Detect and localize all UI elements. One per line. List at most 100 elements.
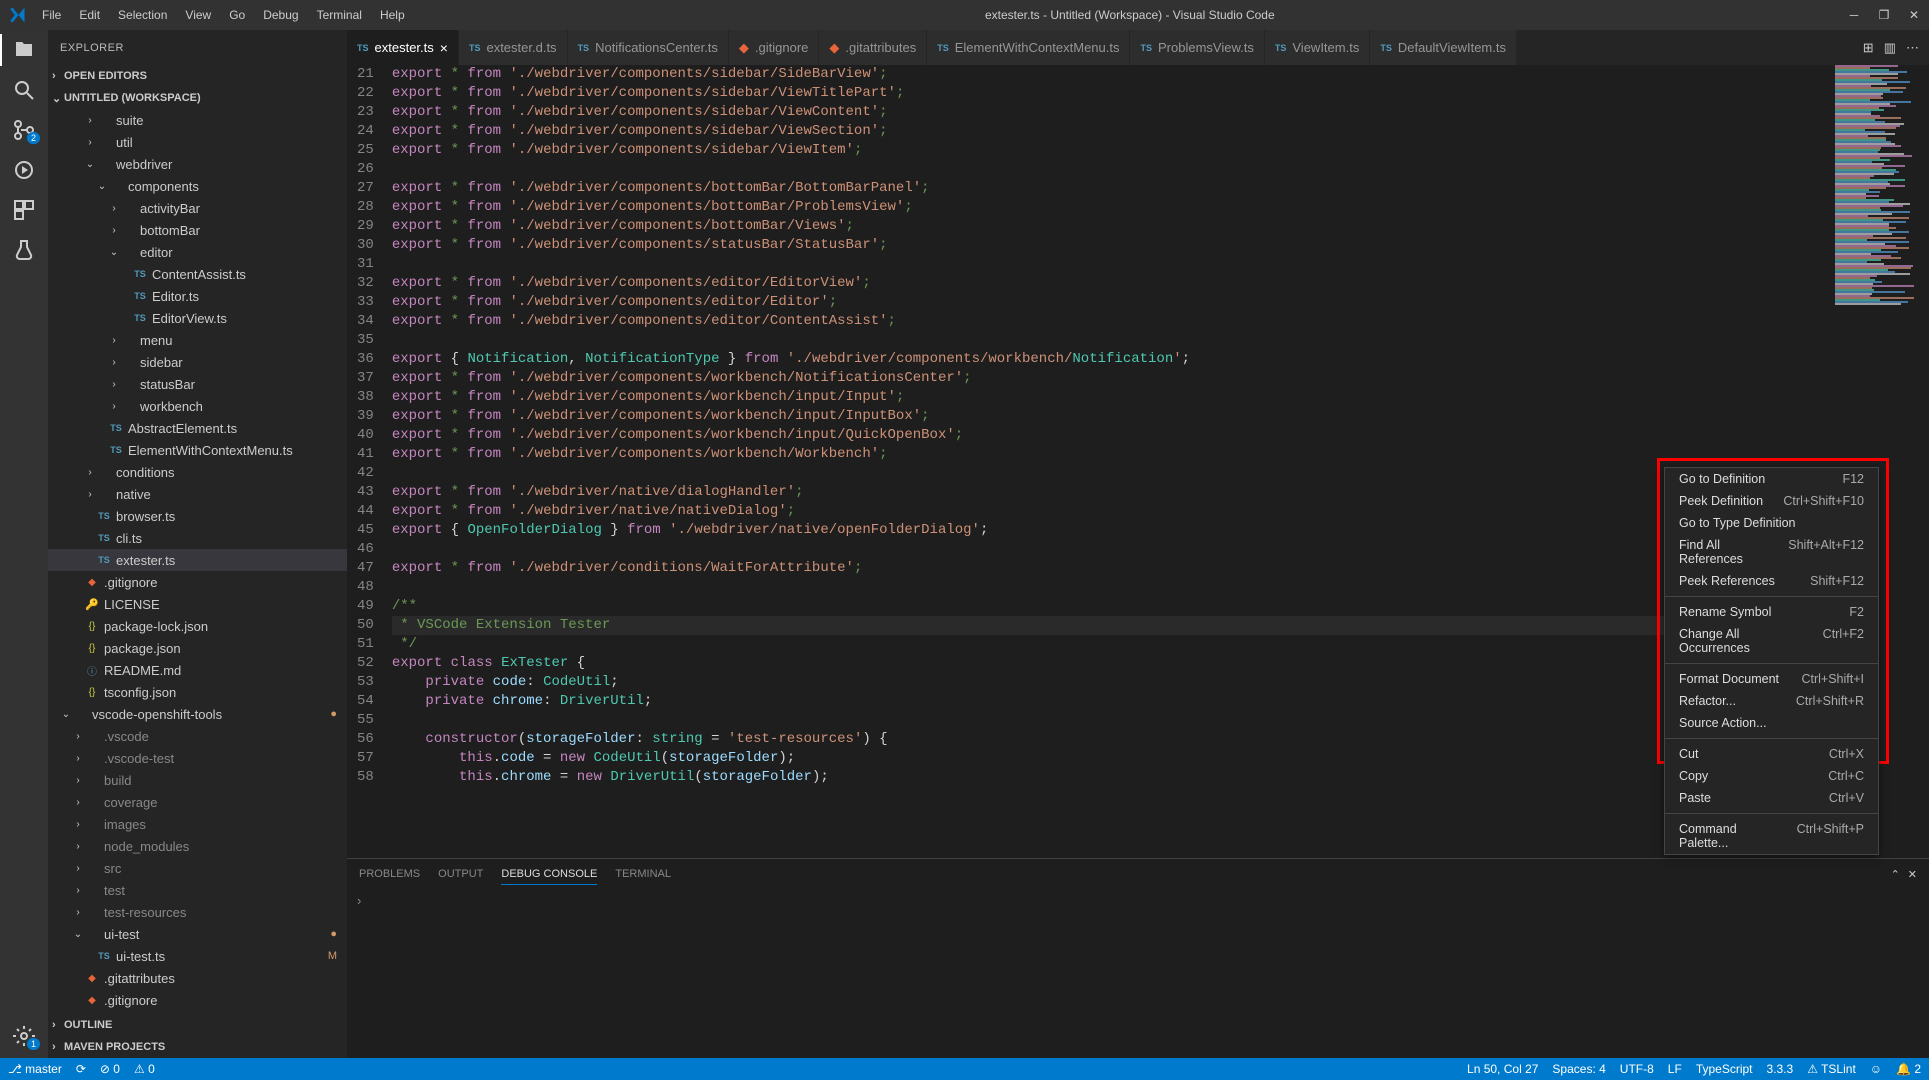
panel-tab-debug-console[interactable]: DEBUG CONSOLE xyxy=(501,864,597,885)
ctx-source-action-[interactable]: Source Action... xyxy=(1665,712,1878,734)
panel-close-icon[interactable]: ✕ xyxy=(1908,868,1917,881)
tree-item[interactable]: ›statusBar xyxy=(48,373,347,395)
menu-terminal[interactable]: Terminal xyxy=(309,4,370,26)
debug-icon[interactable] xyxy=(12,158,36,182)
tree-item[interactable]: TSEditorView.ts xyxy=(48,307,347,329)
tree-item[interactable]: ›bottomBar xyxy=(48,219,347,241)
errors-indicator[interactable]: ⊘ 0 xyxy=(100,1062,120,1076)
menu-go[interactable]: Go xyxy=(221,4,253,26)
panel-tab-output[interactable]: OUTPUT xyxy=(438,864,483,884)
settings-icon[interactable]: 1 xyxy=(12,1024,36,1048)
search-icon[interactable] xyxy=(12,78,36,102)
tree-item[interactable]: TSElementWithContextMenu.ts xyxy=(48,439,347,461)
maximize-button[interactable]: ❐ xyxy=(1877,8,1891,22)
editor-tab[interactable]: TSElementWithContextMenu.ts xyxy=(927,30,1130,65)
ctx-paste[interactable]: PasteCtrl+V xyxy=(1665,787,1878,809)
code-content[interactable]: export * from './webdriver/components/si… xyxy=(392,65,1829,858)
tree-item[interactable]: ›test-resources xyxy=(48,901,347,923)
close-button[interactable]: ✕ xyxy=(1907,8,1921,22)
tree-item[interactable]: TScli.ts xyxy=(48,527,347,549)
tree-item[interactable]: ›src xyxy=(48,857,347,879)
tree-item[interactable]: ›menu xyxy=(48,329,347,351)
ctx-refactor-[interactable]: Refactor...Ctrl+Shift+R xyxy=(1665,690,1878,712)
editor-tab[interactable]: TSProblemsView.ts xyxy=(1130,30,1264,65)
tree-item[interactable]: ⌄components xyxy=(48,175,347,197)
ctx-command-palette-[interactable]: Command Palette...Ctrl+Shift+P xyxy=(1665,818,1878,854)
editor-context-menu[interactable]: Go to DefinitionF12Peek DefinitionCtrl+S… xyxy=(1664,467,1879,855)
explorer-icon[interactable] xyxy=(12,38,36,62)
tree-item[interactable]: ›conditions xyxy=(48,461,347,483)
close-tab-icon[interactable]: × xyxy=(440,40,448,56)
test-icon[interactable] xyxy=(12,238,36,262)
language-indicator[interactable]: TypeScript xyxy=(1696,1062,1753,1076)
ctx-cut[interactable]: CutCtrl+X xyxy=(1665,743,1878,765)
tree-item[interactable]: ›sidebar xyxy=(48,351,347,373)
ctx-go-to-definition[interactable]: Go to DefinitionF12 xyxy=(1665,468,1878,490)
encoding-indicator[interactable]: UTF-8 xyxy=(1620,1062,1654,1076)
workspace-section[interactable]: ⌄UNTITLED (WORKSPACE) xyxy=(48,87,347,109)
editor-tab[interactable]: ◆.gitignore xyxy=(729,30,819,65)
minimize-button[interactable]: ─ xyxy=(1847,8,1861,22)
tree-item[interactable]: TSEditor.ts xyxy=(48,285,347,307)
editor-tab[interactable]: TSNotificationsCenter.ts xyxy=(568,30,729,65)
ts-version[interactable]: 3.3.3 xyxy=(1767,1062,1794,1076)
tree-item[interactable]: TSui-test.tsM xyxy=(48,945,347,967)
tree-item[interactable]: TSAbstractElement.ts xyxy=(48,417,347,439)
tree-item[interactable]: {}package-lock.json xyxy=(48,615,347,637)
spaces-indicator[interactable]: Spaces: 4 xyxy=(1552,1062,1605,1076)
sync-button[interactable]: ⟳ xyxy=(76,1062,86,1076)
outline-section[interactable]: ›OUTLINE xyxy=(48,1014,347,1036)
tree-item[interactable]: ›native xyxy=(48,483,347,505)
tree-item[interactable]: ⌄ui-test● xyxy=(48,923,347,945)
ctx-peek-references[interactable]: Peek ReferencesShift+F12 xyxy=(1665,570,1878,592)
tree-item[interactable]: TSbrowser.ts xyxy=(48,505,347,527)
panel-tab-terminal[interactable]: TERMINAL xyxy=(615,864,671,884)
tree-item[interactable]: {}tsconfig.json xyxy=(48,681,347,703)
menu-help[interactable]: Help xyxy=(372,4,413,26)
editor-tab[interactable]: ◆.gitattributes xyxy=(819,30,927,65)
menu-view[interactable]: View xyxy=(177,4,219,26)
tree-item[interactable]: ⌄webdriver xyxy=(48,153,347,175)
tree-item[interactable]: ⓘREADME.md xyxy=(48,659,347,681)
tree-item[interactable]: ◆.gitignore xyxy=(48,571,347,593)
tree-item[interactable]: ›activityBar xyxy=(48,197,347,219)
tree-item[interactable]: ◆.gitattributes xyxy=(48,967,347,989)
scm-icon[interactable]: 2 xyxy=(12,118,36,142)
editor-tab[interactable]: TSextester.d.ts xyxy=(459,30,568,65)
feedback-icon[interactable]: ☺ xyxy=(1870,1062,1882,1076)
notifications-icon[interactable]: 🔔 2 xyxy=(1896,1062,1921,1076)
open-editors-section[interactable]: ›OPEN EDITORS xyxy=(48,65,347,87)
tree-item[interactable]: ◆.gitignore xyxy=(48,989,347,1011)
ctx-go-to-type-definition[interactable]: Go to Type Definition xyxy=(1665,512,1878,534)
eol-indicator[interactable]: LF xyxy=(1668,1062,1682,1076)
split-icon[interactable]: ▥ xyxy=(1884,40,1896,56)
menu-file[interactable]: File xyxy=(34,4,69,26)
more-icon[interactable]: ⋯ xyxy=(1906,40,1919,56)
tree-item[interactable]: 🔑LICENSE xyxy=(48,593,347,615)
editor-tab[interactable]: TSDefaultViewItem.ts xyxy=(1370,30,1517,65)
tree-item[interactable]: {}package.json xyxy=(48,637,347,659)
ctx-rename-symbol[interactable]: Rename SymbolF2 xyxy=(1665,601,1878,623)
ctx-copy[interactable]: CopyCtrl+C xyxy=(1665,765,1878,787)
tree-item[interactable]: ›util xyxy=(48,131,347,153)
branch-indicator[interactable]: ⎇ master xyxy=(8,1062,62,1076)
tree-item[interactable]: ⌄editor xyxy=(48,241,347,263)
tree-item[interactable]: ›coverage xyxy=(48,791,347,813)
ctx-format-document[interactable]: Format DocumentCtrl+Shift+I xyxy=(1665,668,1878,690)
maven-section[interactable]: ›MAVEN PROJECTS xyxy=(48,1036,347,1058)
warnings-indicator[interactable]: ⚠ 0 xyxy=(134,1062,155,1076)
tree-item[interactable]: ›.vscode xyxy=(48,725,347,747)
editor-tab[interactable]: TSextester.ts× xyxy=(347,30,459,65)
tree-item[interactable]: ›node_modules xyxy=(48,835,347,857)
menu-debug[interactable]: Debug xyxy=(255,4,306,26)
ctx-find-all-references[interactable]: Find All ReferencesShift+Alt+F12 xyxy=(1665,534,1878,570)
tree-item[interactable]: TSContentAssist.ts xyxy=(48,263,347,285)
cursor-position[interactable]: Ln 50, Col 27 xyxy=(1467,1062,1538,1076)
tree-item[interactable]: ›build xyxy=(48,769,347,791)
tslint-indicator[interactable]: ⚠ TSLint xyxy=(1807,1062,1856,1076)
menu-selection[interactable]: Selection xyxy=(110,4,175,26)
ctx-peek-definition[interactable]: Peek DefinitionCtrl+Shift+F10 xyxy=(1665,490,1878,512)
tree-item[interactable]: TSextester.ts xyxy=(48,549,347,571)
breadcrumb[interactable]: › xyxy=(347,889,1929,911)
tree-item[interactable]: ⌄vscode-openshift-tools● xyxy=(48,703,347,725)
